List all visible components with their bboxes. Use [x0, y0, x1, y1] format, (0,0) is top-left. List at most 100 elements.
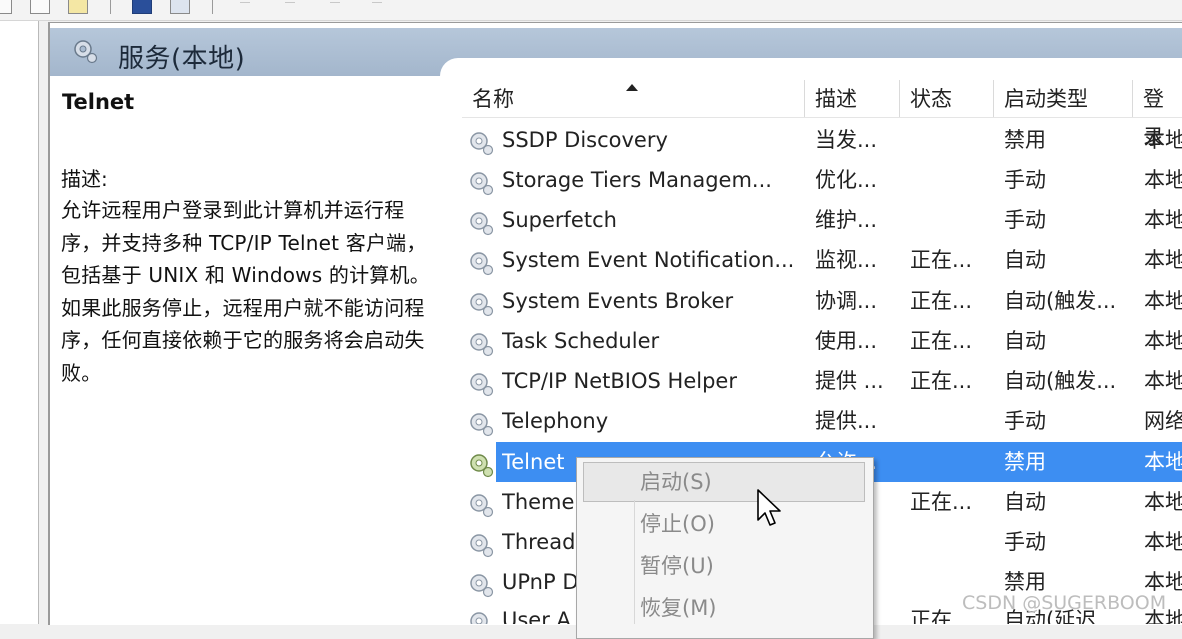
toolbar-start-icon[interactable]: [240, 2, 250, 9]
toolbar-pause-icon[interactable]: [330, 2, 340, 9]
service-description: 维护...: [815, 208, 878, 232]
service-description: 使用...: [815, 329, 878, 353]
service-logon: 本地: [1144, 248, 1182, 272]
column-header-description[interactable]: 描述: [805, 80, 899, 118]
menu-item-pause[interactable]: 暂停(U): [640, 551, 714, 581]
service-startup-type: 自动: [1004, 329, 1046, 353]
service-status: [910, 160, 995, 200]
toolbar-back-icon[interactable]: [0, 0, 12, 14]
service-gear-icon: [470, 574, 494, 598]
service-description: 当发...: [815, 128, 878, 152]
header-divider: [462, 117, 1182, 118]
toolbar-separator: [110, 0, 111, 14]
service-gear-icon: [470, 132, 494, 156]
service-startup-type: 自动: [1004, 490, 1046, 514]
service-startup-type: 手动: [1004, 409, 1046, 433]
service-name: System Event Notification...: [502, 248, 795, 272]
service-logon: 本地: [1144, 329, 1182, 353]
table-row[interactable]: System Event Notification... 监视... 正在...…: [462, 240, 1182, 280]
service-logon: 本地: [1144, 128, 1182, 152]
watermark: CSDN @SUGERBOOM: [962, 592, 1167, 614]
service-name: Telephony: [502, 409, 609, 433]
toolbar-folder-icon[interactable]: [68, 0, 88, 14]
service-gear-icon: [470, 534, 494, 558]
service-startup-type: 手动: [1004, 168, 1046, 192]
service-status: [910, 200, 995, 240]
service-description: 提供...: [815, 409, 878, 433]
service-startup-type: 自动: [1004, 248, 1046, 272]
toolbar-restart-icon[interactable]: [372, 2, 382, 9]
column-header-status[interactable]: 状态: [900, 80, 993, 118]
service-gear-icon: [470, 494, 494, 518]
toolbar-window-icon[interactable]: [30, 0, 50, 14]
table-row[interactable]: System Events Broker 协调... 正在... 自动(触发..…: [462, 281, 1182, 321]
service-status: 正在...: [910, 369, 973, 393]
service-status: [910, 442, 995, 482]
services-gear-icon: [74, 40, 98, 64]
page-title: 服务(本地): [118, 44, 246, 74]
table-row[interactable]: Task Scheduler 使用... 正在... 自动 本地: [462, 321, 1182, 361]
context-menu-hover: [583, 462, 865, 502]
service-description: 提供 ...: [815, 369, 884, 393]
service-logon: 本地: [1144, 208, 1182, 232]
service-status: 正在...: [910, 289, 973, 313]
table-row[interactable]: TCP/IP NetBIOS Helper 提供 ... 正在... 自动(触发…: [462, 361, 1182, 401]
service-status: 正在...: [910, 248, 973, 272]
service-logon: 网络: [1144, 409, 1182, 433]
service-logon: 本地: [1144, 490, 1182, 514]
service-startup-type: 手动: [1004, 208, 1046, 232]
service-description: 协调...: [815, 289, 878, 313]
service-logon: 本地: [1144, 168, 1182, 192]
table-row[interactable]: Telephony 提供... 手动 网络: [462, 401, 1182, 441]
toolbar-help-icon[interactable]: [132, 0, 152, 14]
service-startup-type: 禁用: [1004, 450, 1046, 474]
toolbar-stop-icon[interactable]: [285, 2, 295, 9]
description-label: 描述:: [61, 167, 108, 191]
service-name: Superfetch: [502, 208, 617, 232]
service-gear-icon: [470, 212, 494, 236]
table-row[interactable]: SSDP Discovery 当发... 禁用 本地: [462, 120, 1182, 160]
column-header-logon[interactable]: 登录: [1133, 80, 1182, 149]
service-gear-icon: [470, 373, 494, 397]
service-name: TCP/IP NetBIOS Helper: [502, 369, 737, 393]
description-text: 允许远程用户登录到此计算机并运行程序，并支持多种 TCP/IP Telnet 客…: [61, 198, 430, 385]
service-logon: 本地: [1144, 369, 1182, 393]
tree-pane[interactable]: [0, 21, 39, 624]
service-logon: 本地: [1144, 289, 1182, 313]
service-name: SSDP Discovery: [502, 128, 668, 152]
service-gear-icon: [470, 413, 494, 437]
table-row[interactable]: Superfetch 维护... 手动 本地: [462, 200, 1182, 240]
column-header-startup-type[interactable]: 启动类型: [994, 80, 1132, 118]
menu-item-resume[interactable]: 恢复(M): [640, 593, 717, 623]
service-status: 正在...: [910, 329, 973, 353]
service-gear-icon: [470, 252, 494, 276]
menu-item-start[interactable]: 启动(S): [640, 467, 712, 497]
toolbar-separator: [212, 0, 213, 14]
sort-ascending-icon: [626, 84, 638, 91]
service-status: [910, 401, 995, 441]
selected-service-name: Telnet: [62, 90, 135, 114]
service-startup-type: 自动(触发...: [1004, 369, 1117, 393]
service-logon: 本地: [1144, 530, 1182, 554]
service-startup-type: 自动(触发...: [1004, 289, 1117, 313]
menu-item-stop[interactable]: 停止(O): [640, 509, 715, 539]
service-name: System Events Broker: [502, 289, 734, 313]
service-startup-type: 禁用: [1004, 128, 1046, 152]
toolbar-properties-icon[interactable]: [170, 0, 190, 14]
service-name: Storage Tiers Managem...: [502, 168, 772, 192]
service-gear-icon: [470, 333, 494, 357]
service-gear-icon: [470, 612, 488, 624]
mouse-pointer-icon: [757, 489, 781, 526]
service-description: 优化...: [815, 168, 878, 192]
service-status: 正在...: [910, 490, 973, 514]
service-name: Task Scheduler: [502, 329, 660, 353]
service-gear-icon: [470, 172, 494, 196]
service-gear-icon: [470, 454, 494, 478]
service-status: [910, 120, 995, 160]
toolbar: [0, 0, 1182, 21]
service-status: [910, 522, 995, 562]
table-row[interactable]: Storage Tiers Managem... 优化... 手动 本地: [462, 160, 1182, 200]
context-menu-gutter: [634, 500, 635, 624]
service-startup-type: 手动: [1004, 530, 1046, 554]
service-logon: 本地: [1144, 450, 1182, 474]
